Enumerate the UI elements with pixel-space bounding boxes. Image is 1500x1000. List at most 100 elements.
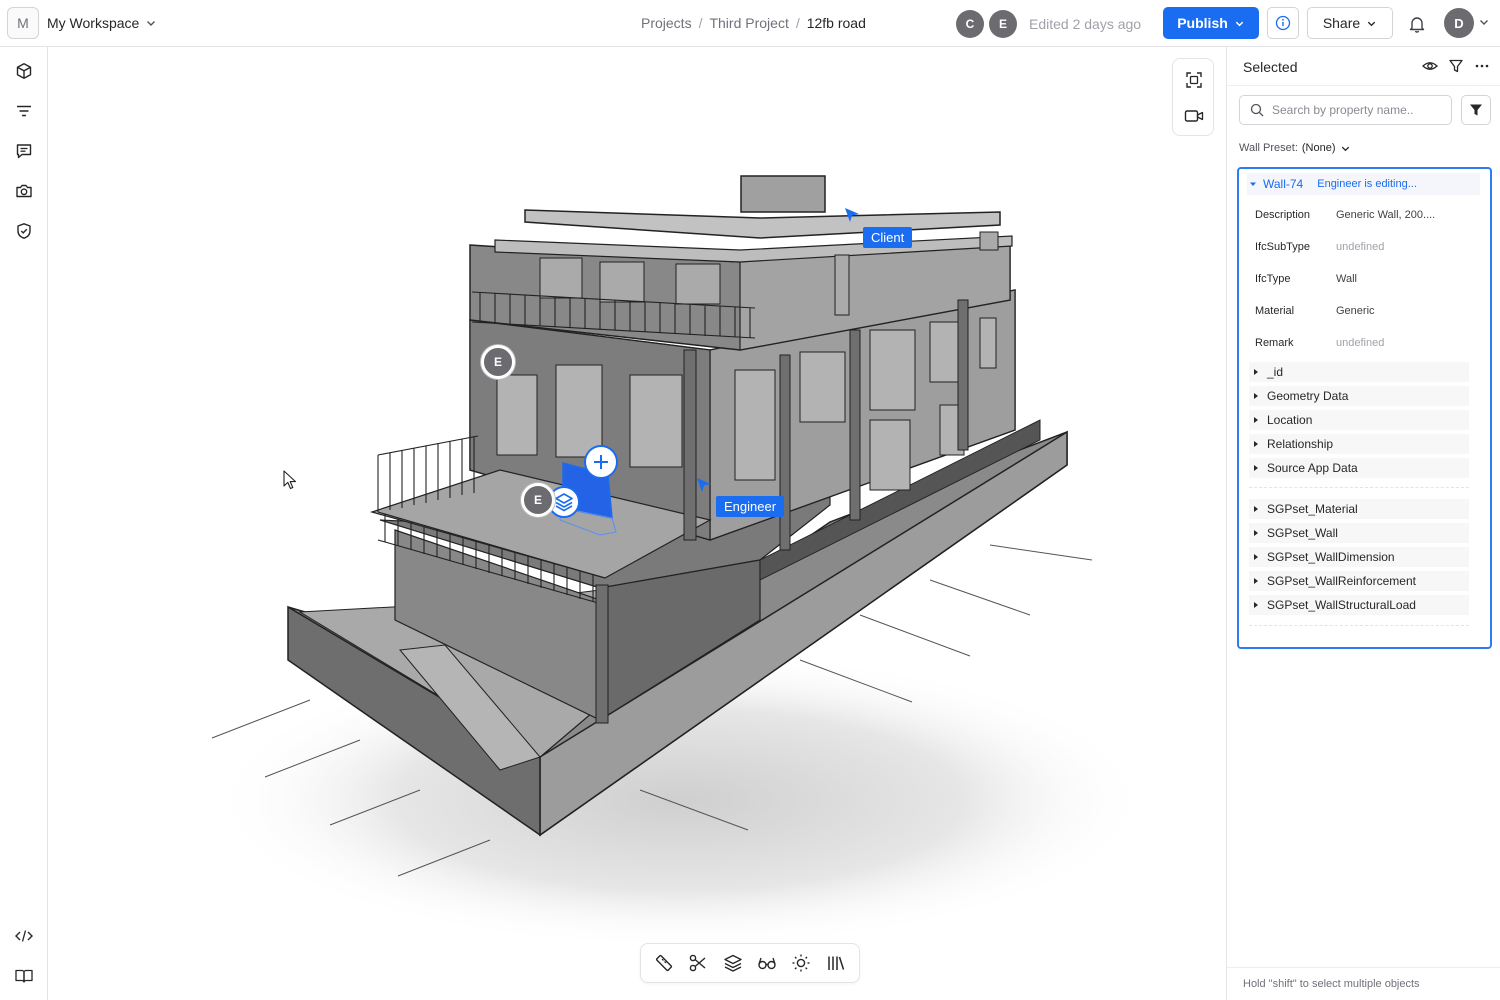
lighting-button[interactable] <box>789 951 813 975</box>
caret-right-icon <box>1254 506 1258 512</box>
preset-value: (None) <box>1301 142 1336 154</box>
group-source-app-data[interactable]: Source App Data <box>1249 458 1469 478</box>
group-geometry-data[interactable]: Geometry Data <box>1249 386 1469 406</box>
property-key: Description <box>1255 209 1311 221</box>
user-avatar[interactable]: D <box>1444 8 1474 38</box>
building-model-canvas[interactable] <box>48 47 1226 1000</box>
group-id[interactable]: _id <box>1249 362 1469 382</box>
panel-title: Selected <box>1243 59 1298 75</box>
add-comment-icon[interactable] <box>583 444 619 480</box>
group-divider <box>1249 487 1469 488</box>
client-cursor-label: Client <box>863 227 913 248</box>
sun-icon <box>792 954 810 972</box>
chevron-down-icon <box>1367 21 1376 26</box>
section-button[interactable] <box>686 951 710 975</box>
more-options-button[interactable] <box>1473 57 1491 75</box>
share-button[interactable]: Share <box>1307 7 1393 39</box>
property-value[interactable]: Generic Wall, 200.... <box>1336 209 1435 221</box>
engineer-cursor-icon <box>697 478 711 492</box>
breadcrumb-project[interactable]: Third Project <box>709 15 788 31</box>
user-marker[interactable]: E <box>521 483 555 517</box>
client-cursor-icon <box>845 208 859 222</box>
caret-right-icon <box>1254 369 1258 375</box>
model-viewer[interactable]: E E Client Engineer <box>48 47 1226 1000</box>
chevron-down-icon <box>1235 21 1244 26</box>
layers-button[interactable] <box>721 951 745 975</box>
publish-label: Publish <box>1177 15 1228 31</box>
property-value[interactable]: Generic <box>1336 305 1375 317</box>
chevron-down-icon[interactable] <box>1478 16 1490 28</box>
breadcrumb-projects[interactable]: Projects <box>641 15 692 31</box>
property-row: IfcType Wall <box>1255 273 1475 293</box>
glasses-icon <box>758 957 776 970</box>
publish-button[interactable]: Publish <box>1163 7 1259 39</box>
property-key: IfcSubType <box>1255 241 1311 253</box>
models-button[interactable] <box>12 59 36 83</box>
viewer-toolbar <box>640 943 860 983</box>
property-value[interactable]: undefined <box>1336 241 1384 253</box>
left-rail <box>0 47 48 1000</box>
notifications-button[interactable] <box>1405 12 1429 36</box>
shield-check-icon <box>17 223 31 239</box>
property-search-input[interactable] <box>1272 103 1442 117</box>
property-value[interactable]: undefined <box>1336 337 1384 349</box>
book-open-icon <box>15 969 33 983</box>
filter-selection-button[interactable] <box>1447 57 1465 75</box>
chevron-down-icon <box>1341 146 1349 151</box>
docs-button[interactable] <box>12 964 36 988</box>
mouse-pointer-icon <box>283 470 297 490</box>
comments-button[interactable] <box>12 139 36 163</box>
user-marker[interactable]: E <box>481 345 515 379</box>
info-icon <box>1275 15 1291 31</box>
property-row: IfcSubType undefined <box>1255 241 1475 261</box>
fit-view-button[interactable] <box>1182 68 1206 92</box>
collaborator-avatar[interactable]: E <box>989 10 1017 38</box>
camera-view-button[interactable] <box>1182 104 1206 128</box>
wall-preset-select[interactable]: Wall Preset: (None) <box>1239 142 1351 154</box>
object-header[interactable]: Wall-74 Engineer is editing... <box>1247 173 1480 195</box>
filter-icon <box>1449 59 1463 73</box>
property-filter-button[interactable] <box>1461 95 1491 125</box>
top-bar: M My Workspace Projects / Third Project … <box>0 0 1500 47</box>
filters-button[interactable] <box>12 99 36 123</box>
info-button[interactable] <box>1267 7 1299 39</box>
property-row: Material Generic <box>1255 305 1475 325</box>
filter-lines-icon <box>17 105 31 117</box>
property-search[interactable] <box>1239 95 1452 125</box>
breadcrumb-separator: / <box>698 15 703 31</box>
group-relationship[interactable]: Relationship <box>1249 434 1469 454</box>
measure-button[interactable] <box>652 951 676 975</box>
pset-wall-reinforcement[interactable]: SGPset_WallReinforcement <box>1249 571 1469 591</box>
pset-material[interactable]: SGPset_Material <box>1249 499 1469 519</box>
workspace-name: My Workspace <box>47 15 140 31</box>
workspace-avatar[interactable]: M <box>7 7 39 39</box>
pset-label: SGPset_Wall <box>1267 526 1338 540</box>
library-icon <box>828 956 845 970</box>
developer-button[interactable] <box>12 924 36 948</box>
workspace-switcher[interactable]: My Workspace <box>47 15 157 31</box>
eye-icon <box>1422 62 1438 70</box>
property-value[interactable]: Wall <box>1336 273 1357 285</box>
group-divider <box>1249 625 1469 626</box>
collaborator-avatar[interactable]: C <box>956 10 984 38</box>
visibility-button[interactable] <box>1421 57 1439 75</box>
property-key: IfcType <box>1255 273 1291 285</box>
pset-wall[interactable]: SGPset_Wall <box>1249 523 1469 543</box>
property-key: Remark <box>1255 337 1294 349</box>
pset-wall-structural-load[interactable]: SGPset_WallStructuralLoad <box>1249 595 1469 615</box>
pset-label: SGPset_Material <box>1267 502 1358 516</box>
views-button[interactable] <box>12 179 36 203</box>
selection-panel: Selected Wall Preset: (None) Wall-74 Eng… <box>1226 47 1500 1000</box>
checks-button[interactable] <box>12 219 36 243</box>
view-modes-button[interactable] <box>755 951 779 975</box>
group-location[interactable]: Location <box>1249 410 1469 430</box>
pset-wall-dimension[interactable]: SGPset_WallDimension <box>1249 547 1469 567</box>
property-key: Material <box>1255 305 1295 317</box>
preset-label: Wall Preset: <box>1239 142 1298 154</box>
roof-slab <box>524 209 1001 239</box>
group-label: Relationship <box>1267 437 1334 451</box>
caret-right-icon <box>1254 393 1258 399</box>
object-name: Wall-74 <box>1263 177 1304 191</box>
explode-button[interactable] <box>824 951 848 975</box>
editing-status: Engineer is editing... <box>1317 178 1417 190</box>
